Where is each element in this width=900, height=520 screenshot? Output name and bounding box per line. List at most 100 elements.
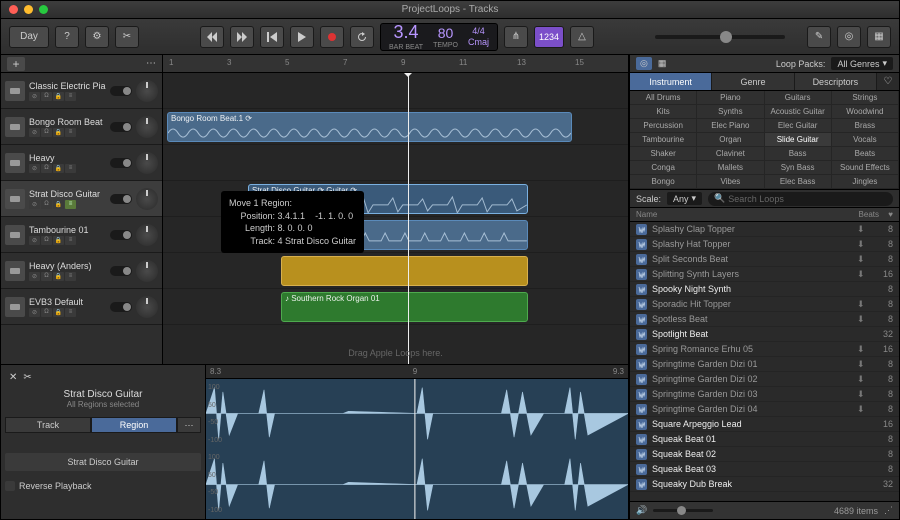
download-icon[interactable]: ⬇ xyxy=(857,344,868,355)
lcd-tempo[interactable]: 80 xyxy=(438,25,454,41)
volume-knob[interactable] xyxy=(136,188,158,210)
tab-track[interactable]: Track xyxy=(5,417,91,433)
instrument-icon[interactable] xyxy=(5,225,25,245)
track-row[interactable]: Tambourine 01⊘Ω🔒≡ xyxy=(1,217,162,253)
track-options-icon[interactable]: ⋯ xyxy=(146,58,156,69)
download-icon[interactable]: ⬇ xyxy=(857,404,868,415)
loop-item[interactable]: Squeaky Dub Break32 xyxy=(630,477,899,492)
mute-button[interactable]: ⊘ xyxy=(29,92,40,101)
loop-packs-select[interactable]: All Genres▾ xyxy=(831,57,893,70)
lock-button[interactable]: 🔒 xyxy=(53,236,64,245)
track-row[interactable]: Classic Electric Piano⊘Ω🔒≡ xyxy=(1,73,162,109)
lock-button[interactable]: 🔒 xyxy=(53,128,64,137)
media-browser-button[interactable]: ▦ xyxy=(867,26,891,48)
instrument-filter[interactable]: Elec Piano xyxy=(697,119,764,133)
loop-item[interactable]: Squeak Beat 028 xyxy=(630,447,899,462)
instrument-filter[interactable]: Brass xyxy=(832,119,899,133)
timeline[interactable]: 13579111315 Bongo Room Beat.1 ⟳ Strat Di… xyxy=(163,55,628,364)
mute-button[interactable]: ⊘ xyxy=(29,128,40,137)
loop-browser-button[interactable]: ◎ xyxy=(837,26,861,48)
instrument-filter[interactable]: Beats xyxy=(832,147,899,161)
instrument-filter[interactable]: All Drums xyxy=(630,91,697,105)
loop-grid-icon[interactable]: ▦ xyxy=(658,58,667,69)
solo-button[interactable]: Ω xyxy=(41,92,52,101)
input-button[interactable]: ≡ xyxy=(65,308,76,317)
download-icon[interactable]: ⬇ xyxy=(857,374,868,385)
tab-descriptors[interactable]: Descriptors xyxy=(795,73,877,90)
region-heavy-anders[interactable] xyxy=(281,256,528,286)
volume-knob[interactable] xyxy=(136,260,158,282)
instrument-icon[interactable] xyxy=(5,189,25,209)
minimize-window-icon[interactable] xyxy=(24,5,33,14)
loop-item[interactable]: Springtime Garden Dizi 01⬇8 xyxy=(630,357,899,372)
input-button[interactable]: ≡ xyxy=(65,200,76,209)
loop-item[interactable]: Spooky Night Synth8 xyxy=(630,282,899,297)
track-row[interactable]: Strat Disco Guitar⊘Ω🔒≡ xyxy=(1,181,162,217)
loop-item[interactable]: Sporadic Hit Topper⬇8 xyxy=(630,297,899,312)
add-track-button[interactable]: + xyxy=(7,57,25,71)
rewind-button[interactable] xyxy=(200,26,224,48)
settings-button[interactable]: ⚙ xyxy=(85,26,109,48)
instrument-filter[interactable]: Mallets xyxy=(697,161,764,175)
track-toggle[interactable] xyxy=(110,122,132,132)
solo-button[interactable]: Ω xyxy=(41,164,52,173)
heart-icon[interactable]: ♥ xyxy=(879,210,893,219)
loop-list[interactable]: Splashy Clap Topper⬇8Splashy Hat Topper⬇… xyxy=(630,222,899,501)
instrument-icon[interactable] xyxy=(5,297,25,317)
mute-button[interactable]: ⊘ xyxy=(29,308,40,317)
mute-button[interactable]: ⊘ xyxy=(29,272,40,281)
loop-item[interactable]: Spotlight Beat32 xyxy=(630,327,899,342)
instrument-filter[interactable]: Jingles xyxy=(832,175,899,189)
lcd-key[interactable]: Cmaj xyxy=(468,37,489,47)
track-toggle[interactable] xyxy=(110,230,132,240)
view-mode-button[interactable]: Day xyxy=(9,26,49,48)
instrument-filter[interactable]: Tambourine xyxy=(630,133,697,147)
download-icon[interactable]: ⬇ xyxy=(857,299,868,310)
loop-item[interactable]: Splashy Hat Topper⬇8 xyxy=(630,237,899,252)
download-icon[interactable]: ⬇ xyxy=(857,254,868,265)
cycle-button[interactable] xyxy=(350,26,374,48)
solo-button[interactable]: Ω xyxy=(41,200,52,209)
playhead[interactable] xyxy=(408,73,409,364)
instrument-filter[interactable]: Strings xyxy=(832,91,899,105)
volume-knob[interactable] xyxy=(136,116,158,138)
volume-knob[interactable] xyxy=(136,296,158,318)
notepad-button[interactable]: ✎ xyxy=(807,26,831,48)
mute-button[interactable]: ⊘ xyxy=(29,164,40,173)
search-loops-input[interactable]: 🔍Search Loops xyxy=(708,192,893,206)
download-icon[interactable]: ⬇ xyxy=(857,359,868,370)
loop-item[interactable]: Spotless Beat⬇8 xyxy=(630,312,899,327)
solo-button[interactable]: Ω xyxy=(41,236,52,245)
lcd-bar-beat[interactable]: 3.4 xyxy=(394,22,419,43)
loop-view-icon[interactable]: ◎ xyxy=(636,57,652,70)
instrument-filter[interactable]: Shaker xyxy=(630,147,697,161)
close-window-icon[interactable] xyxy=(9,5,18,14)
resize-handle-icon[interactable]: ⋰ xyxy=(884,505,893,516)
instrument-filter[interactable]: Acoustic Guitar xyxy=(765,105,832,119)
instrument-filter[interactable]: Vibes xyxy=(697,175,764,189)
track-toggle[interactable] xyxy=(110,86,132,96)
record-button[interactable] xyxy=(320,26,344,48)
download-icon[interactable]: ⬇ xyxy=(857,239,868,250)
input-button[interactable]: ≡ xyxy=(65,236,76,245)
instrument-filter[interactable]: Elec Guitar xyxy=(765,119,832,133)
scissors-icon[interactable]: ✂ xyxy=(23,372,31,383)
loop-item[interactable]: Spring Romance Erhu 05⬇16 xyxy=(630,342,899,357)
instrument-icon[interactable] xyxy=(5,81,25,101)
scissors-button[interactable]: ✂ xyxy=(115,26,139,48)
prev-button[interactable] xyxy=(260,26,284,48)
instrument-icon[interactable] xyxy=(5,117,25,137)
play-button[interactable] xyxy=(290,26,314,48)
instrument-filter[interactable]: Conga xyxy=(630,161,697,175)
preview-volume-slider[interactable] xyxy=(653,509,713,512)
download-icon[interactable]: ⬇ xyxy=(857,389,868,400)
instrument-filter[interactable]: Percussion xyxy=(630,119,697,133)
track-toggle[interactable] xyxy=(110,266,132,276)
speaker-icon[interactable]: 🔊 xyxy=(636,505,647,516)
instrument-icon[interactable] xyxy=(5,153,25,173)
lock-button[interactable]: 🔒 xyxy=(53,164,64,173)
tab-genre[interactable]: Genre xyxy=(712,73,794,90)
input-button[interactable]: ≡ xyxy=(65,164,76,173)
track-toggle[interactable] xyxy=(110,158,132,168)
instrument-filter[interactable]: Woodwind xyxy=(832,105,899,119)
